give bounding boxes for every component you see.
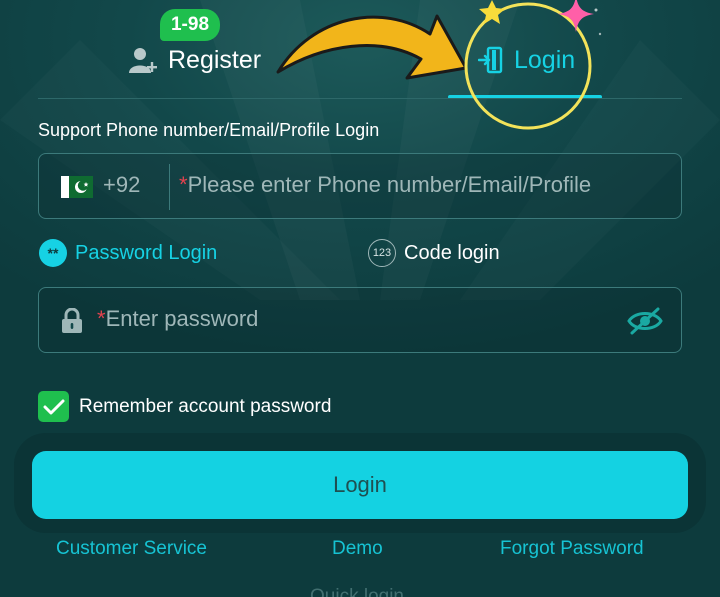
remember-password-toggle[interactable]: Remember account password [38,391,331,422]
tab-login[interactable]: Login [478,40,575,80]
forgot-password-link[interactable]: Forgot Password [500,538,644,560]
quick-login-link[interactable]: Quick login [310,586,404,597]
tab-login-label: Login [514,45,576,74]
pakistan-flag-icon [61,176,93,198]
country-code-selector[interactable]: +92 [103,172,140,198]
tab-register-label: Register [168,45,262,74]
add-user-icon [129,48,157,73]
required-mark: * [179,172,188,197]
password-placeholder: Enter password [105,306,259,331]
customer-service-link[interactable]: Customer Service [56,538,207,560]
code-login-label: Code login [404,241,500,264]
tab-register[interactable]: Register [128,40,261,80]
code-login-option[interactable]: 123 Code login [368,236,500,270]
account-input[interactable]: *Please enter Phone number/Email/Profile [179,172,591,198]
tabs-divider [38,98,682,99]
password-field[interactable]: *Enter password [38,287,682,353]
account-field[interactable]: +92 *Please enter Phone number/Email/Pro… [38,153,682,219]
password-input[interactable]: *Enter password [97,306,258,332]
register-badge: 1-98 [160,9,220,41]
remember-checkbox[interactable] [38,391,69,422]
auth-tabs: Register 1-98 Login [0,0,720,100]
required-mark: * [97,306,106,331]
lock-icon [62,308,82,333]
checkmark-icon [43,399,64,414]
login-support-text: Support Phone number/Email/Profile Login [38,120,380,140]
password-mode-icon: ** [39,239,67,267]
password-login-label: Password Login [75,241,218,264]
account-placeholder: Please enter Phone number/Email/Profile [187,172,592,197]
eye-off-icon[interactable] [627,306,663,336]
password-login-option[interactable]: ** Password Login [39,236,217,270]
code-mode-icon: 123 [368,239,396,267]
login-button[interactable]: Login [32,451,688,519]
remember-label: Remember account password [79,395,332,417]
login-door-icon [478,46,503,74]
demo-link[interactable]: Demo [332,538,383,560]
field-separator [169,164,170,210]
